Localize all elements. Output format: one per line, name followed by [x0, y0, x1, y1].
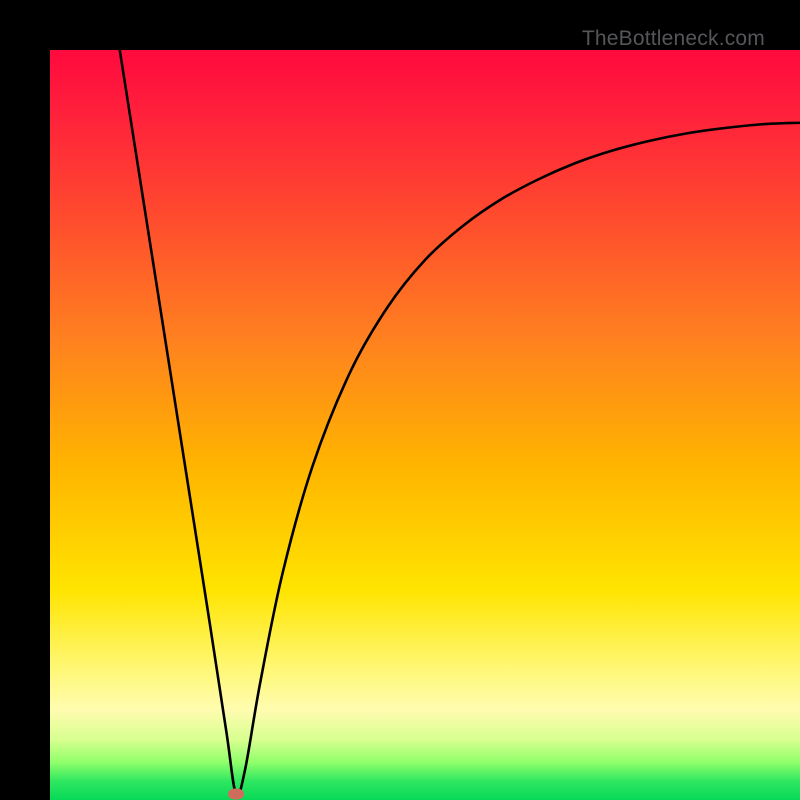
chart-frame: TheBottleneck.com [25, 25, 775, 775]
bottleneck-curve [50, 50, 800, 800]
plot-area [50, 50, 800, 800]
optimal-point-marker [228, 789, 244, 800]
watermark-text: TheBottleneck.com [582, 27, 765, 51]
